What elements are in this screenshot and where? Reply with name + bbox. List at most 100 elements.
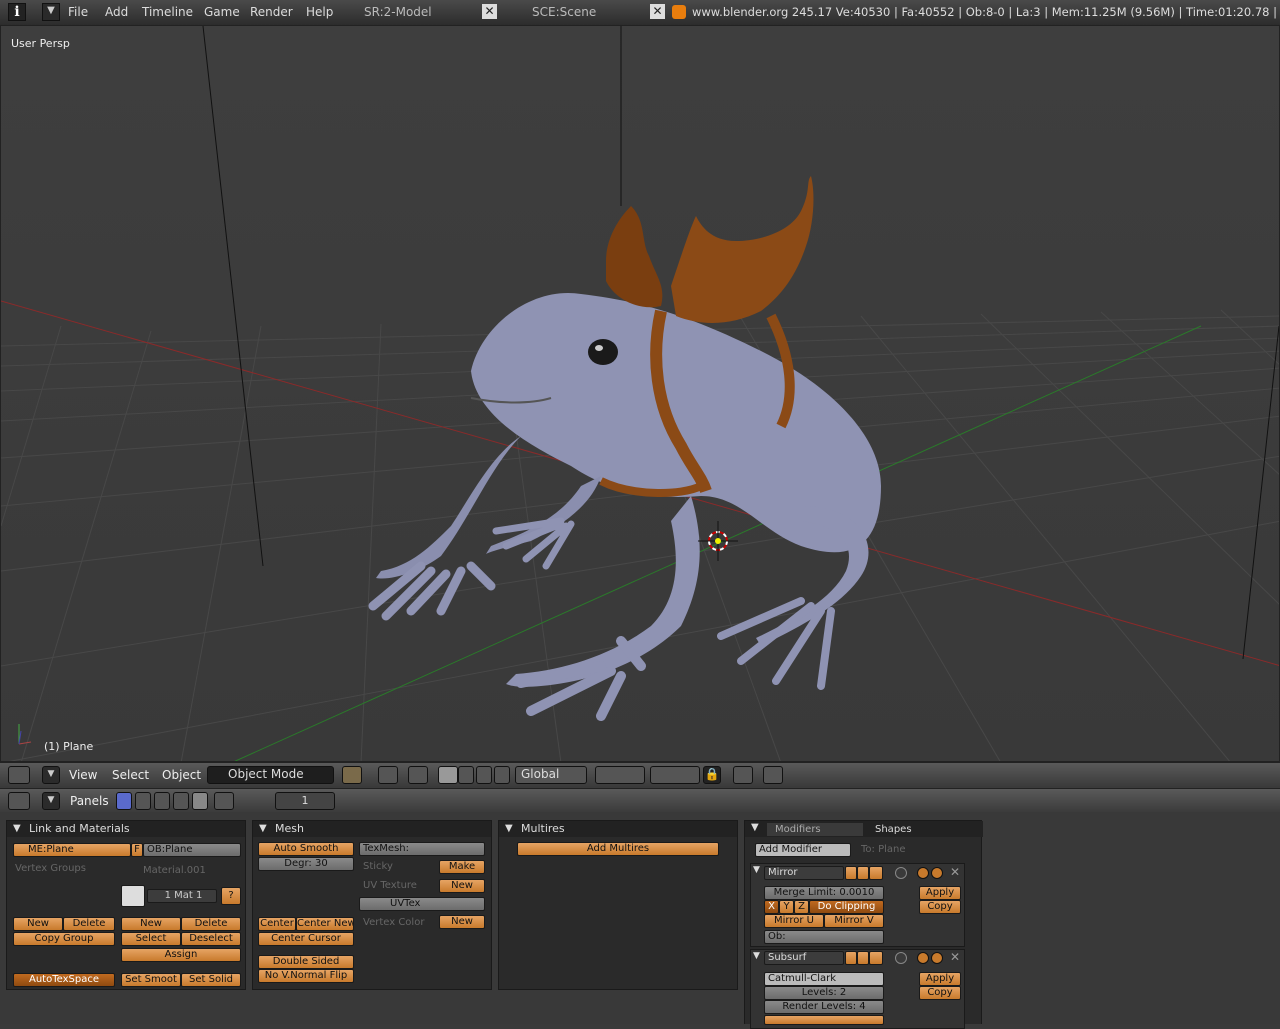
set-smooth-button[interactable]: Set Smoot <box>121 973 181 987</box>
center-cursor-button[interactable]: Center Cursor <box>258 932 354 946</box>
object-menu[interactable]: Object <box>162 768 201 782</box>
vgroup-new-button[interactable]: New <box>13 917 63 931</box>
mirror-z-toggle[interactable]: Z <box>794 900 809 914</box>
uvtex-field[interactable]: UVTex <box>359 897 485 911</box>
header-collapse-icon[interactable]: ▼ <box>42 766 60 784</box>
assign-button[interactable]: Assign <box>121 948 241 962</box>
snap-icon[interactable] <box>408 766 428 784</box>
merge-limit-slider[interactable]: Merge Limit: 0.0010 <box>764 886 884 900</box>
autotexspace-toggle[interactable]: AutoTexSpace <box>13 973 115 987</box>
material-new-button[interactable]: New <box>121 917 181 931</box>
subsurf-levels-field[interactable]: Levels: 2 <box>764 986 884 1000</box>
material-color-swatch[interactable] <box>121 885 145 907</box>
deselect-button[interactable]: Deselect <box>181 932 241 946</box>
subsurf-move-up-icon[interactable] <box>917 952 929 964</box>
set-solid-button[interactable]: Set Solid <box>181 973 241 987</box>
menu-game[interactable]: Game <box>204 5 240 19</box>
tab-modifiers[interactable]: Modifiers <box>767 823 863 836</box>
lock-icon[interactable]: 🔒 <box>703 766 721 784</box>
tab-shapes[interactable]: Shapes <box>865 823 961 836</box>
sticky-make-button[interactable]: Make <box>439 860 485 874</box>
buttons-header-collapse-icon[interactable]: ▼ <box>42 792 60 810</box>
subsurf-type-selector[interactable]: Catmull-Clark <box>764 972 884 986</box>
scale-manipulator-icon[interactable] <box>494 766 510 784</box>
subsurf-editmode-toggle[interactable] <box>869 951 883 965</box>
info-icon[interactable]: i <box>8 3 26 21</box>
menu-add[interactable]: Add <box>105 5 128 19</box>
ogl-render-icon[interactable] <box>733 766 753 784</box>
do-clipping-toggle[interactable]: Do Clipping <box>809 900 884 914</box>
mirror-render-toggle[interactable] <box>845 866 857 880</box>
mirror-expand-icon[interactable]: ▼ <box>753 865 760 875</box>
center-new-button[interactable]: Center New <box>296 917 354 931</box>
pivot-icon[interactable] <box>378 766 398 784</box>
add-multires-button[interactable]: Add Multires <box>517 842 719 856</box>
vgroup-delete-button[interactable]: Delete <box>63 917 115 931</box>
screen-selector[interactable]: SR:2-Model <box>364 5 432 19</box>
texmesh-field[interactable]: TexMesh: <box>359 842 485 856</box>
editor-type-icon[interactable] <box>8 766 30 784</box>
shading-context-icon[interactable] <box>154 792 170 810</box>
mirror-move-up-icon[interactable] <box>917 867 929 879</box>
center-button[interactable]: Center <box>258 917 296 931</box>
material-index-field[interactable]: 1 Mat 1 <box>147 889 217 903</box>
material-help-button[interactable]: ? <box>221 887 241 905</box>
scene-context-icon[interactable] <box>214 792 234 810</box>
3d-viewport[interactable]: User Persp (1) Plane <box>0 25 1280 762</box>
view-menu[interactable]: View <box>69 768 97 782</box>
material-delete-button[interactable]: Delete <box>181 917 241 931</box>
fake-user-button[interactable]: F <box>131 843 143 857</box>
menu-render[interactable]: Render <box>250 5 293 19</box>
menu-file[interactable]: File <box>68 5 88 19</box>
mirror-x-toggle[interactable]: X <box>764 900 779 914</box>
draw-type-icon[interactable] <box>342 766 362 784</box>
modifiers-collapse-icon[interactable]: ▼ <box>751 822 759 833</box>
close-screen-icon[interactable]: ✕ <box>482 4 497 19</box>
grab-manipulator-icon[interactable] <box>438 766 458 784</box>
layer-buttons-2[interactable] <box>650 766 700 784</box>
double-sided-toggle[interactable]: Double Sided <box>258 955 354 969</box>
select-button[interactable]: Select <box>121 932 181 946</box>
orientation-selector[interactable]: Global <box>515 766 587 784</box>
menu-timeline[interactable]: Timeline <box>142 5 193 19</box>
scene-selector[interactable]: SCE:Scene <box>532 5 596 19</box>
select-menu[interactable]: Select <box>112 768 149 782</box>
mirror-move-down-icon[interactable] <box>931 867 943 879</box>
mirror-name-field[interactable]: Mirror <box>764 866 844 880</box>
subsurf-render-levels-field[interactable]: Render Levels: 4 <box>764 1000 884 1014</box>
auto-smooth-toggle[interactable]: Auto Smooth <box>258 842 354 856</box>
layer-buttons-1[interactable] <box>595 766 645 784</box>
close-scene-icon[interactable]: ✕ <box>650 4 665 19</box>
mirror-copy-button[interactable]: Copy <box>919 900 961 914</box>
script-context-icon[interactable] <box>135 792 151 810</box>
subsurf-realtime-toggle[interactable] <box>857 951 869 965</box>
degree-slider[interactable]: Degr: 30 <box>258 857 354 871</box>
subsurf-delete-icon[interactable]: ✕ <box>950 950 960 964</box>
translate-manipulator-icon[interactable] <box>458 766 474 784</box>
mirror-v-toggle[interactable]: Mirror V <box>824 914 884 928</box>
copy-group-button[interactable]: Copy Group <box>13 932 115 946</box>
subsurf-render-toggle[interactable] <box>845 951 857 965</box>
3d-cursor[interactable] <box>698 521 738 561</box>
mirror-editmode-toggle[interactable] <box>869 866 883 880</box>
vertex-color-new-button[interactable]: New <box>439 915 485 929</box>
frog-model[interactable] <box>368 292 881 721</box>
mirror-delete-icon[interactable]: ✕ <box>950 865 960 879</box>
frame-number-field[interactable]: 1 <box>275 792 335 810</box>
object-context-icon[interactable] <box>173 792 189 810</box>
uv-texture-new-button[interactable]: New <box>439 879 485 893</box>
mirror-cage-icon[interactable] <box>895 867 907 879</box>
subsurf-apply-button[interactable]: Apply <box>919 972 961 986</box>
subsurf-cage-icon[interactable] <box>895 952 907 964</box>
mesh-panel-title[interactable]: Mesh <box>253 821 491 837</box>
window-type-dropdown-icon[interactable]: ▼ <box>42 3 60 21</box>
mirror-u-toggle[interactable]: Mirror U <box>764 914 824 928</box>
multires-title[interactable]: Multires <box>499 821 737 837</box>
mirror-realtime-toggle[interactable] <box>857 866 869 880</box>
mesh-datablock-field[interactable]: ME:Plane <box>13 843 131 857</box>
mode-selector[interactable]: Object Mode <box>207 766 334 784</box>
no-vnormal-flip-toggle[interactable]: No V.Normal Flip <box>258 969 354 983</box>
rotate-manipulator-icon[interactable] <box>476 766 492 784</box>
mirror-apply-button[interactable]: Apply <box>919 886 961 900</box>
buttons-editor-type-icon[interactable] <box>8 792 30 810</box>
